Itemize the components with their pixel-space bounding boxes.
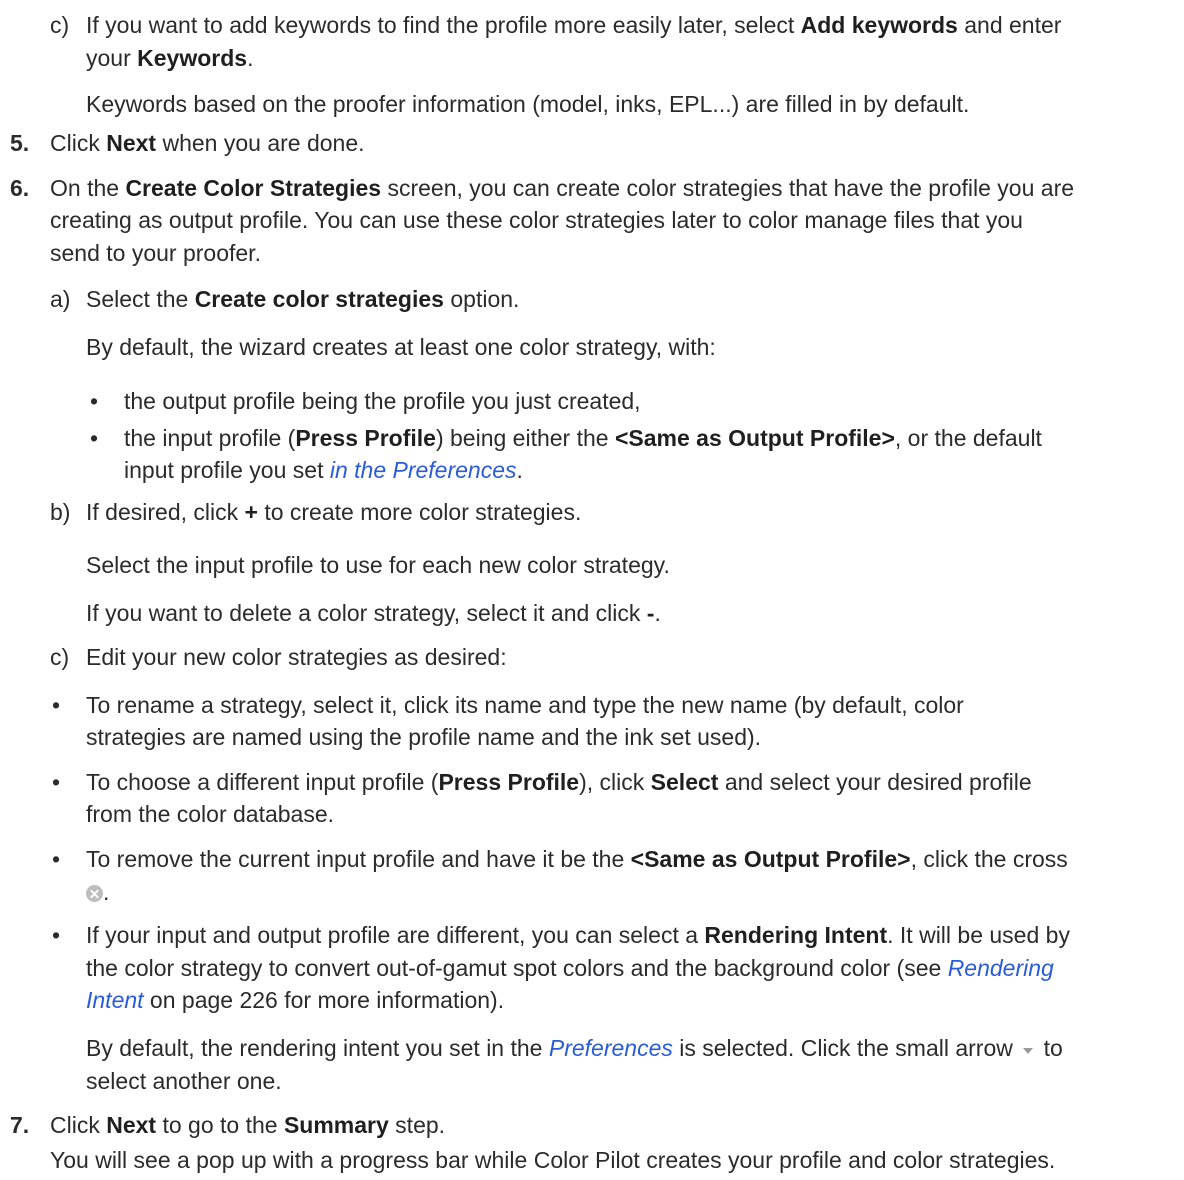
sub-marker: c) — [50, 644, 70, 670]
step-6a: a) — [50, 284, 70, 314]
next-label: Next — [106, 130, 157, 156]
step-number: 7. — [10, 1112, 30, 1138]
rendering-note: By default, the rendering intent you set… — [86, 1035, 1063, 1061]
step-6a-note: By default, the wizard creates at least … — [86, 334, 716, 360]
rendering-intent-link-cont[interactable]: Intent — [86, 987, 144, 1013]
list-item-line-2: strategies are named using the profile n… — [86, 724, 762, 750]
sub-marker: c) — [50, 12, 70, 38]
step-6b-text: If desired, click + to create more color… — [86, 499, 582, 525]
list-item-line-2: . — [86, 877, 109, 907]
step-4c: c) — [50, 10, 69, 40]
summary-label: Summary — [283, 1112, 389, 1138]
small-arrow-down-icon — [1023, 1048, 1034, 1054]
step-number: 5. — [10, 130, 30, 156]
step-4c-note: Keywords based on the proofer informatio… — [86, 91, 970, 117]
list-item-line-2: the color strategy to convert out-of-gam… — [86, 955, 1054, 981]
step-6b: b) — [50, 497, 70, 527]
step-6-line-2: creating as output profile. You can use … — [50, 207, 1023, 233]
step-4c-line-1: If you want to add keywords to find the … — [86, 12, 1062, 38]
list-item-line-2: from the color database. — [86, 801, 335, 827]
list-item-line-3: Intent on page 226 for more information)… — [86, 987, 505, 1013]
step-number: 6. — [10, 175, 30, 201]
step-6a-text: Select the Create color strategies optio… — [86, 286, 520, 312]
add-keywords-label: Add keywords — [800, 12, 958, 38]
keywords-label: Keywords — [137, 45, 248, 71]
select-label: Select — [650, 769, 719, 795]
rendering-intent-link[interactable]: Rendering — [948, 955, 1054, 981]
rendering-intent-label: Rendering Intent — [704, 922, 888, 948]
step-6-line-3: send to your proofer. — [50, 240, 261, 266]
bullet-item-line-2: input profile you set in the Preferences… — [124, 457, 523, 483]
plus-label: + — [244, 499, 258, 525]
sub-marker: b) — [50, 499, 71, 525]
create-color-strategies-option: Create color strategies — [194, 286, 444, 312]
step-6c-text: Edit your new color strategies as desire… — [86, 644, 507, 670]
step-6b-note-1: Select the input profile to use for each… — [86, 552, 670, 578]
cross-circle-icon — [86, 885, 103, 902]
create-color-strategies-label: Create Color Strategies — [125, 175, 382, 201]
step-6c: c) — [50, 642, 69, 672]
preferences-link[interactable]: Preferences — [549, 1035, 673, 1061]
sub-marker: a) — [50, 286, 71, 312]
preferences-link[interactable]: in the Preferences — [330, 457, 517, 483]
rendering-note-line-2: select another one. — [86, 1068, 282, 1094]
step-6b-note-2: If you want to delete a color strategy, … — [86, 600, 661, 626]
step-4c-line-2: your Keywords. — [86, 45, 254, 71]
step-7-note: You will see a pop up with a progress ba… — [50, 1147, 1056, 1173]
